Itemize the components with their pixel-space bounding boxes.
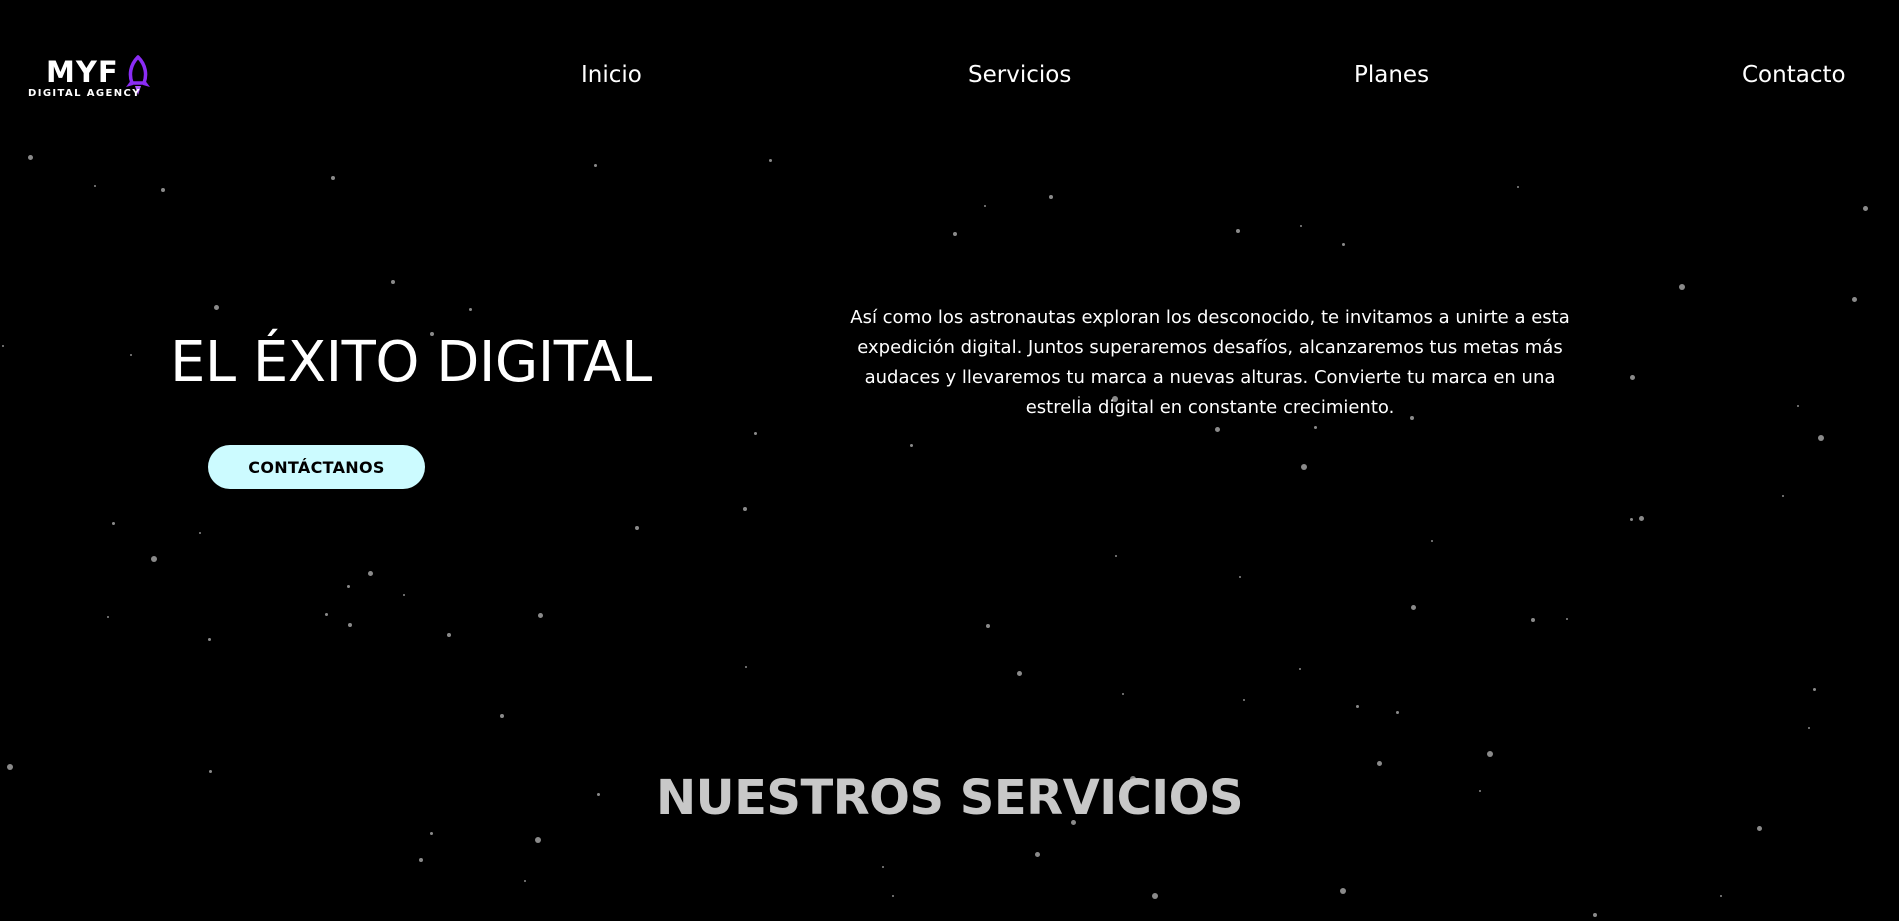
star-dot: [403, 594, 405, 596]
star-dot: [1566, 618, 1568, 620]
brand-name: MYF: [46, 55, 119, 89]
star-dot: [151, 556, 157, 562]
star-dot: [324, 612, 328, 616]
star-dot: [745, 666, 747, 668]
star-dot: [391, 280, 395, 284]
star-dot: [348, 623, 352, 627]
star-dot: [1016, 670, 1022, 676]
brand-logo[interactable]: MYF DIGITAL AGENCY: [28, 55, 158, 103]
nav-link-planes[interactable]: Planes: [1354, 60, 1429, 90]
hero-description: Así como los astronautas exploran los de…: [850, 307, 1570, 418]
star-dot: [1152, 893, 1158, 899]
star-dot: [1239, 576, 1241, 578]
star-dot: [346, 584, 350, 588]
star-dot: [986, 624, 990, 628]
star-dot: [500, 714, 504, 718]
star-dot: [1812, 687, 1816, 691]
star-dot: [1115, 555, 1117, 557]
star-dot: [984, 205, 986, 207]
star-dot: [1638, 515, 1644, 521]
star-dot: [447, 633, 451, 637]
star-dot: [1593, 913, 1597, 917]
star-dot: [2, 345, 4, 347]
star-dot: [1517, 186, 1519, 188]
star-dot: [1122, 693, 1124, 695]
star-dot: [1034, 851, 1040, 857]
star-dot: [1313, 425, 1317, 429]
star-dot: [1214, 426, 1220, 432]
star-dot: [593, 163, 597, 167]
star-dot: [1487, 751, 1493, 757]
star-dot: [743, 507, 747, 511]
nav-link-servicios[interactable]: Servicios: [968, 60, 1071, 90]
star-dot: [1243, 699, 1245, 701]
nav-link-contacto[interactable]: Contacto: [1742, 60, 1846, 90]
star-dot: [1341, 242, 1345, 246]
star-dot: [1629, 517, 1633, 521]
star-dot: [367, 570, 373, 576]
star-dot: [1629, 374, 1635, 380]
nav-link-inicio[interactable]: Inicio: [581, 60, 642, 90]
contact-cta-button[interactable]: CONTÁCTANOS: [208, 445, 425, 489]
star-dot: [419, 858, 423, 862]
star-dot: [331, 176, 335, 180]
star-dot: [953, 232, 957, 236]
star-dot: [1851, 296, 1857, 302]
hero-title: EL ÉXITO DIGITAL: [170, 330, 652, 395]
star-dot: [207, 637, 211, 641]
star-dot: [161, 188, 165, 192]
star-dot: [768, 158, 772, 162]
star-dot: [1818, 435, 1824, 441]
star-dot: [1720, 895, 1722, 897]
star-dot: [94, 185, 96, 187]
star-dot: [1679, 284, 1685, 290]
star-dot: [1049, 195, 1053, 199]
services-section-title: NUESTROS SERVICIOS: [655, 770, 1244, 826]
star-dot: [130, 354, 132, 356]
star-dot: [111, 521, 115, 525]
star-dot: [524, 880, 526, 882]
top-navigation: MYF DIGITAL AGENCY Inicio Servicios Plan…: [0, 0, 1899, 150]
star-dot: [27, 154, 33, 160]
star-dot: [635, 526, 639, 530]
star-dot: [107, 616, 109, 618]
star-dot: [1300, 225, 1302, 227]
star-dot: [468, 307, 472, 311]
star-dot: [1376, 760, 1382, 766]
star-dot: [537, 612, 543, 618]
star-dot: [199, 532, 201, 534]
star-dot: [1862, 205, 1868, 211]
star-dot: [1410, 604, 1416, 610]
star-dot: [892, 895, 894, 897]
star-dot: [909, 443, 913, 447]
star-dot: [753, 431, 757, 435]
star-dot: [1808, 727, 1810, 729]
star-dot: [1782, 495, 1784, 497]
star-dot: [1299, 668, 1301, 670]
star-dot: [1301, 464, 1307, 470]
star-dot: [882, 866, 884, 868]
star-dot: [1395, 710, 1399, 714]
brand-tagline: DIGITAL AGENCY: [28, 88, 141, 99]
star-dot: [1236, 229, 1240, 233]
star-dot: [1531, 618, 1535, 622]
star-dot: [1355, 704, 1359, 708]
star-dot: [213, 304, 219, 310]
star-dot: [1431, 540, 1433, 542]
star-dot: [429, 831, 433, 835]
star-dot: [1340, 888, 1346, 894]
star-dot: [1797, 405, 1799, 407]
star-dot: [535, 837, 541, 843]
